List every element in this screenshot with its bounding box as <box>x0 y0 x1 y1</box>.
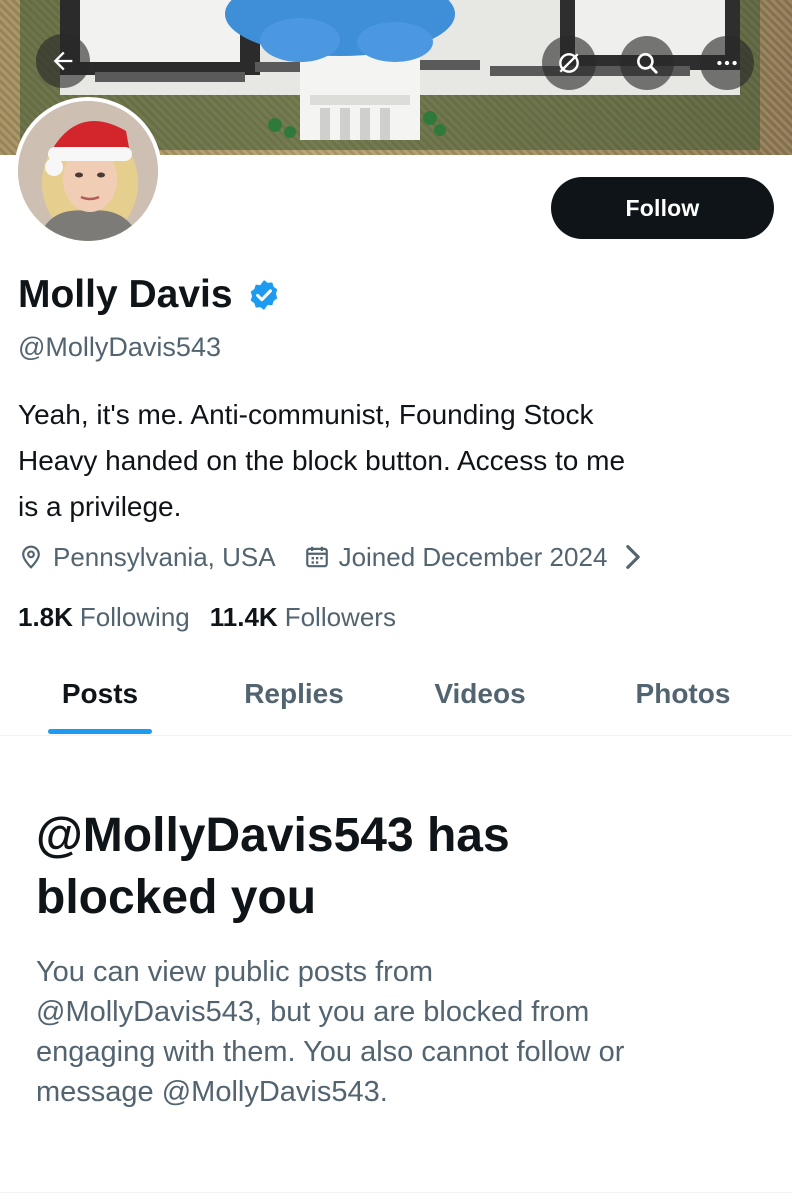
search-button[interactable] <box>620 36 674 90</box>
blocked-message: You can view public posts from @MollyDav… <box>36 952 776 1112</box>
blocked-title-line: blocked you <box>36 871 317 924</box>
location-item: Pennsylvania, USA <box>18 542 276 573</box>
bio-line: Yeah, it's me. Anti-communist, Founding … <box>18 399 594 430</box>
search-icon <box>637 53 658 74</box>
joined-text: Joined December 2024 <box>338 541 608 572</box>
verified-badge-icon[interactable] <box>247 278 281 312</box>
chevron-right-icon <box>624 544 642 570</box>
calendar-icon <box>305 546 328 568</box>
followers-label: Followers <box>284 601 396 632</box>
tab-photos[interactable]: Photos <box>603 655 763 733</box>
back-button[interactable] <box>36 34 90 88</box>
bio-line: Heavy handed on the block button. Access… <box>18 445 626 476</box>
divider <box>0 1192 792 1193</box>
profile-tabs: Posts Replies Videos Photos <box>0 655 792 736</box>
profile-bio: Yeah, it's me. Anti-communist, Founding … <box>18 392 778 530</box>
avatar-image <box>18 101 158 241</box>
blocked-message-line: engaging with them. You also cannot foll… <box>36 1036 625 1068</box>
following-link[interactable]: 1.8K Following <box>18 602 190 633</box>
joined-item[interactable]: Joined December 2024 <box>304 542 643 573</box>
blocked-message-line: message @MollyDavis543. <box>36 1076 388 1108</box>
profile-name-row: Molly Davis <box>18 268 281 322</box>
active-tab-indicator <box>48 729 152 734</box>
following-label: Following <box>79 601 190 632</box>
profile-stats: 1.8K Following 11.4K Followers <box>18 597 396 637</box>
tab-videos[interactable]: Videos <box>405 655 555 733</box>
following-count: 1.8K <box>18 601 73 632</box>
profile-avatar[interactable] <box>14 97 162 245</box>
tab-replies[interactable]: Replies <box>214 655 374 733</box>
blocked-message-line: You can view public posts from <box>36 956 434 988</box>
followers-count: 11.4K <box>209 601 278 632</box>
blocked-title-line: @MollyDavis543 has <box>36 809 510 862</box>
more-horizontal-icon <box>717 60 737 66</box>
display-name: Molly Davis <box>18 273 233 316</box>
tab-posts[interactable]: Posts <box>30 655 170 733</box>
bio-line: is a privilege. <box>18 491 182 522</box>
grok-icon <box>559 53 579 73</box>
profile-handle: @MollyDavis543 <box>18 332 221 362</box>
followers-link[interactable]: 11.4K Followers <box>210 602 396 633</box>
location-pin-icon <box>22 545 40 569</box>
blocked-title: @MollyDavis543 has blocked you <box>36 805 736 929</box>
follow-button[interactable]: Follow <box>551 177 774 239</box>
blocked-message-line: @MollyDavis543, but you are blocked from <box>36 996 590 1028</box>
arrow-left-icon <box>53 51 73 71</box>
grok-button[interactable] <box>542 36 596 90</box>
profile-meta: Pennsylvania, USA Joined December 2024 <box>18 536 642 578</box>
more-button[interactable] <box>700 36 754 90</box>
location-text: Pennsylvania, USA <box>53 541 276 572</box>
